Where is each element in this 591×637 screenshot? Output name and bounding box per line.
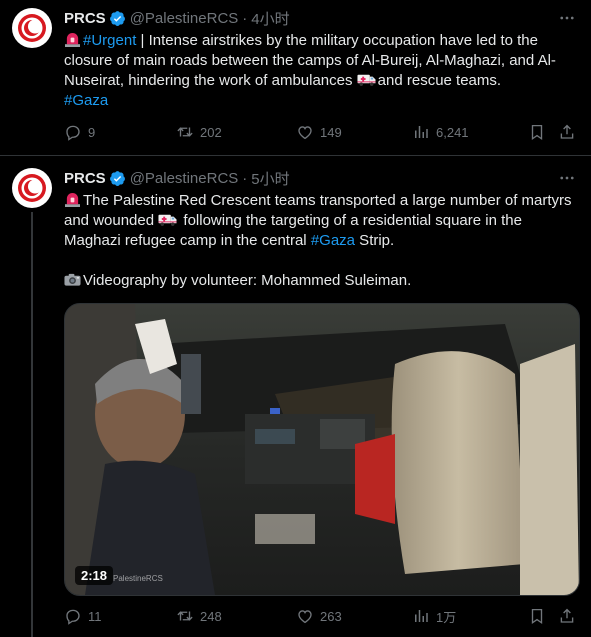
repost-icon [177,611,193,621]
siren-emoji [65,192,80,207]
share-icon [560,608,574,623]
repost-count: 248 [200,608,222,624]
avatar[interactable] [12,168,52,208]
reply-icon [66,609,80,625]
tweet[interactable]: PRCS @PalestineRCS · 4小时 #Urgent | Inten… [0,0,591,156]
thread-line [31,212,33,637]
reply-button[interactable]: 11 [64,607,102,625]
avatar[interactable] [12,8,52,48]
repost-count: 202 [200,124,222,140]
like-icon [298,610,312,624]
reply-button[interactable]: 9 [64,123,95,141]
like-count: 149 [320,124,342,140]
share-button[interactable] [558,123,576,141]
timestamp[interactable]: 4小时 [251,8,289,29]
hashtag-urgent-link[interactable]: #Urgent [83,32,136,49]
tweet-actions: 11 248 263 1万 [64,606,584,626]
tweet-text: The Palestine Red Crescent teams transpo… [64,191,580,291]
author-name[interactable]: PRCS [64,170,106,187]
video-thumbnail [65,304,579,595]
separator-dot: · [242,169,248,187]
tweet-text-part: Videography by volunteer: Mohammed Sulei… [83,272,412,289]
video-duration-badge: 2:18 [75,566,114,585]
timestamp[interactable]: 5小时 [251,168,289,189]
views-icon [415,610,428,622]
ambulance-emoji [158,214,177,226]
author-handle[interactable]: @PalestineRCS [130,170,239,187]
camera-emoji [64,273,81,286]
reply-count: 11 [88,608,102,624]
ambulance-emoji [357,74,376,86]
bookmark-button[interactable] [528,123,546,141]
repost-button[interactable]: 248 [176,607,222,625]
video-watermark: PalestineRCS [113,574,163,583]
bookmark-icon [531,124,543,141]
tweet-text: #Urgent | Intense airstrikes by the mili… [64,31,580,111]
red-crescent-logo-icon [18,174,46,202]
tweet-actions: 9 202 149 6,241 [64,122,584,142]
author-name[interactable]: PRCS [64,10,106,27]
video-player[interactable]: PalestineRCS 2:18 [64,303,580,596]
like-button[interactable]: 149 [296,123,342,141]
separator-dot: · [242,9,248,27]
reply-count: 9 [88,124,96,140]
tweet[interactable]: PRCS @PalestineRCS · 5小时 The Palestine R… [0,156,591,637]
view-count: 6,241 [436,124,469,140]
like-button[interactable]: 263 [296,607,342,625]
tweet-text-part: and rescue teams. [377,72,502,89]
repost-button[interactable]: 202 [176,123,222,141]
view-count: 1万 [436,609,457,625]
like-count: 263 [320,608,342,624]
bookmark-button[interactable] [528,607,546,625]
share-button[interactable] [558,607,576,625]
tweet-text-part: Strip. [355,232,395,249]
tweet-header: PRCS @PalestineRCS · 5小时 [64,168,543,188]
hashtag-gaza-link[interactable]: #Gaza [64,92,108,109]
verified-badge-icon [109,10,125,26]
share-icon [560,124,574,139]
verified-badge-icon [109,170,125,186]
more-button[interactable] [557,8,577,28]
reply-icon [66,125,80,141]
views-button[interactable]: 6,241 [412,123,469,141]
more-button[interactable] [557,168,577,188]
views-button[interactable]: 1万 [412,607,456,626]
tweet-header: PRCS @PalestineRCS · 4小时 [64,8,543,28]
red-crescent-logo-icon [18,14,46,42]
author-handle[interactable]: @PalestineRCS [130,10,239,27]
more-icon [560,16,574,20]
bookmark-icon [531,608,543,625]
hashtag-gaza-link[interactable]: #Gaza [311,232,355,249]
like-icon [298,126,312,140]
more-icon [560,176,574,180]
views-icon [415,126,428,138]
siren-emoji [65,32,80,47]
repost-icon [177,127,193,137]
